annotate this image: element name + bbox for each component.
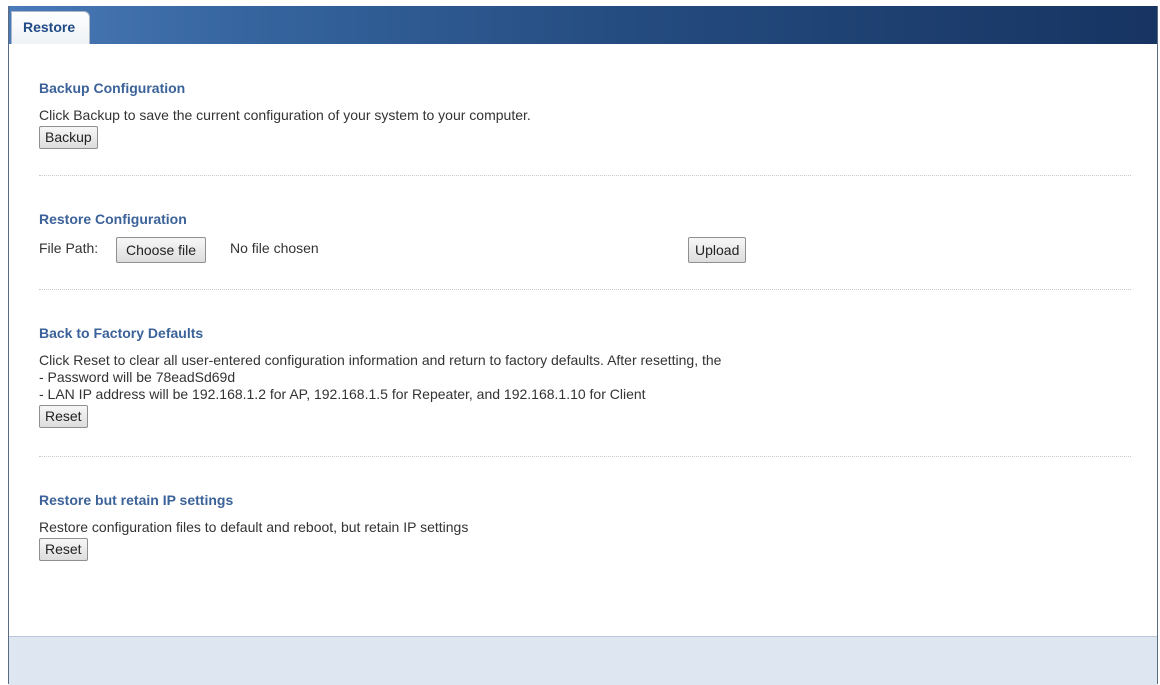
backup-description: Click Backup to save the current configu… — [39, 107, 531, 123]
backup-button[interactable]: Backup — [39, 126, 98, 149]
tab-bar: Restore — [9, 6, 1157, 44]
backup-heading: Backup Configuration — [39, 80, 186, 96]
upload-button[interactable]: Upload — [688, 237, 747, 263]
restore-heading: Restore Configuration — [39, 211, 187, 227]
retain-ip-heading: Restore but retain IP settings — [39, 492, 234, 508]
main-panel: Restore Backup Configuration Click Backu… — [8, 6, 1158, 685]
factory-lan-ip-note: - LAN IP address will be 192.168.1.2 for… — [39, 386, 646, 402]
retain-ip-description: Restore configuration files to default a… — [39, 519, 469, 535]
factory-defaults-heading: Back to Factory Defaults — [39, 325, 204, 341]
factory-defaults-description: Click Reset to clear all user-entered co… — [39, 352, 722, 368]
tab-restore[interactable]: Restore — [11, 11, 91, 44]
no-file-chosen-text: No file chosen — [230, 240, 319, 256]
footer-bar — [9, 636, 1157, 685]
file-path-label: File Path: — [39, 240, 99, 256]
file-path-row: File Path: Choose file No file chosen Up… — [39, 237, 1131, 264]
content-area: Backup Configuration Click Backup to sav… — [9, 44, 1157, 636]
restore-section: Restore Configuration File Path: Choose … — [39, 211, 1131, 264]
divider — [39, 456, 1131, 457]
factory-password-note: - Password will be 78eadSd69d — [39, 369, 236, 385]
divider — [39, 175, 1131, 176]
divider — [39, 289, 1131, 290]
factory-reset-button[interactable]: Reset — [39, 405, 88, 428]
backup-section: Backup Configuration Click Backup to sav… — [39, 80, 1131, 149]
retain-ip-section: Restore but retain IP settings Restore c… — [39, 492, 1131, 561]
factory-defaults-section: Back to Factory Defaults Click Reset to … — [39, 325, 1131, 428]
choose-file-button[interactable]: Choose file — [116, 237, 207, 263]
retain-ip-reset-button[interactable]: Reset — [39, 538, 88, 561]
